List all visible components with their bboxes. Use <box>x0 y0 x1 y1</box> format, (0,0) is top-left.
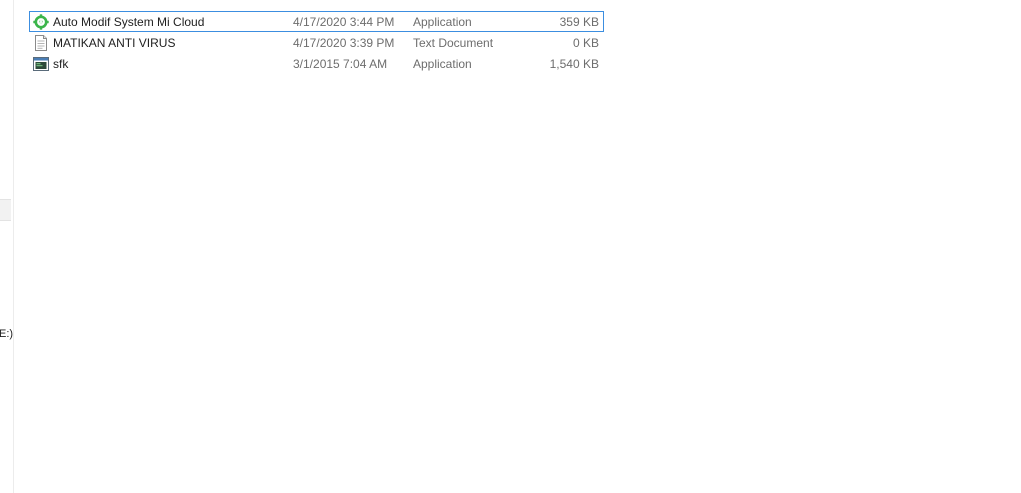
navigation-pane[interactable]: E:) <box>0 0 14 493</box>
file-row[interactable]: MATIKAN ANTI VIRUS 4/17/2020 3:39 PM Tex… <box>29 32 604 53</box>
file-row[interactable]: sfk 3/1/2015 7:04 AM Application 1,540 K… <box>29 53 604 74</box>
console-app-icon <box>33 56 49 72</box>
file-type: Application <box>413 15 472 29</box>
file-type: Text Document <box>413 36 494 50</box>
file-explorer-window: E:) Auto Modif System Mi Cloud 4/17/2020… <box>0 0 1021 493</box>
file-name: MATIKAN ANTI VIRUS <box>53 36 176 50</box>
file-row[interactable]: Auto Modif System Mi Cloud 4/17/2020 3:4… <box>29 11 604 32</box>
file-size: 0 KB <box>572 36 599 50</box>
file-date-modified: 4/17/2020 3:44 PM <box>293 15 395 29</box>
file-name: Auto Modif System Mi Cloud <box>53 15 205 29</box>
nav-pane-hover-item[interactable] <box>0 199 11 221</box>
text-document-icon <box>33 35 49 51</box>
file-date-modified: 4/17/2020 3:39 PM <box>293 36 395 50</box>
nav-pane-drive-label[interactable]: E:) <box>0 328 13 340</box>
file-size: 1,540 KB <box>549 57 599 71</box>
file-type: Application <box>413 57 472 71</box>
file-size: 359 KB <box>559 15 599 29</box>
file-name: sfk <box>53 57 69 71</box>
green-gear-app-icon <box>33 14 49 30</box>
file-date-modified: 3/1/2015 7:04 AM <box>293 57 388 71</box>
file-list: Auto Modif System Mi Cloud 4/17/2020 3:4… <box>29 11 604 74</box>
